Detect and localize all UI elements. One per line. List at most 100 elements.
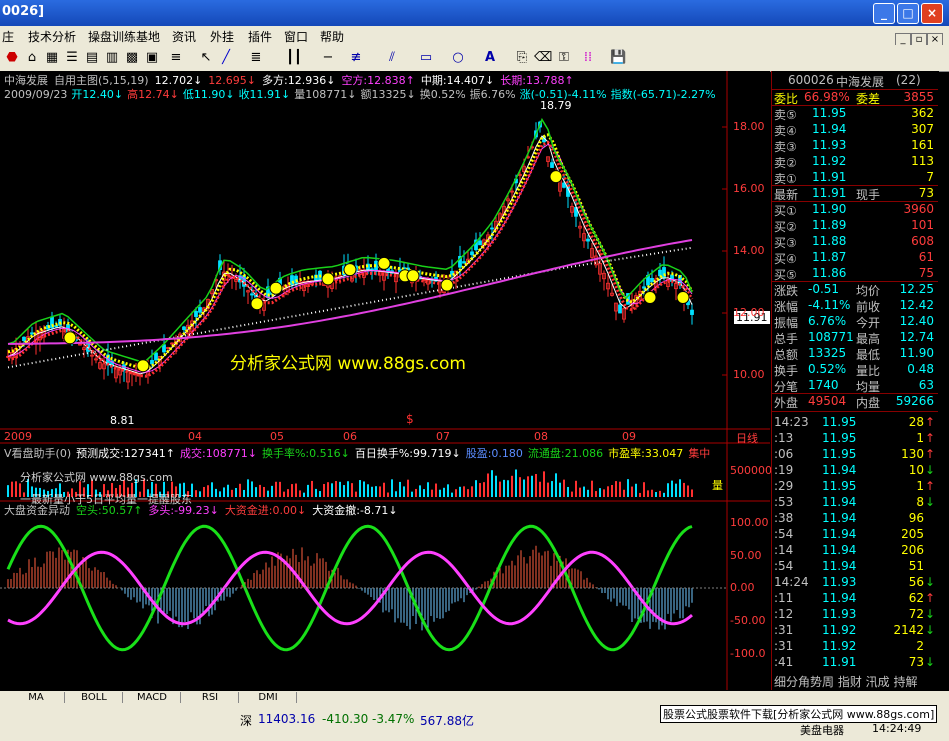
volume-bar <box>287 489 289 497</box>
stat-row: 涨跌 -0.51 均价 12.25 <box>772 282 938 298</box>
volume-watermark: 分析家公式网 www.88gs.com <box>20 471 173 484</box>
menu-item-0[interactable]: 庄 <box>2 28 14 45</box>
indicator-icon[interactable]: ≣ <box>248 50 264 66</box>
menu-item-4[interactable]: 外挂 <box>210 28 234 45</box>
volume-bar <box>563 479 565 497</box>
high-marker: 18.79 <box>540 99 572 112</box>
tick-price: 11.94 <box>822 559 857 573</box>
tick-row: :38 11.94 96 <box>772 511 938 527</box>
buy-price: 11.90 <box>812 202 847 216</box>
ribbon-yellow <box>7 132 694 371</box>
stat-label: 振幅 <box>774 316 799 330</box>
zoom-out-icon[interactable]: − <box>320 50 336 66</box>
volume-bar <box>291 484 293 497</box>
lock-icon[interactable]: ⚿ <box>556 50 572 66</box>
volume-bar <box>615 481 617 497</box>
volume-bar <box>603 489 605 497</box>
grid-icon[interactable]: ▦ <box>44 50 60 66</box>
tick-time: 14:24 <box>774 575 809 589</box>
volume-bar <box>355 491 357 497</box>
menu-item-3[interactable]: 资讯 <box>172 28 196 45</box>
bars-icon[interactable]: ┃┃ <box>286 50 302 66</box>
menu-item-2[interactable]: 操盘训练基地 <box>88 28 160 45</box>
sell-row: 卖④ 11.94 307 <box>772 122 938 138</box>
volume-bar <box>423 489 425 497</box>
sell-price: 11.92 <box>812 154 847 168</box>
report-icon[interactable]: ▥ <box>104 50 120 66</box>
line-tool-icon[interactable]: ╱ <box>218 50 234 66</box>
hdr2-item-7: 换0.52% <box>419 88 466 101</box>
volume-bar <box>211 482 213 497</box>
tab-macd[interactable]: MACD <box>124 692 181 703</box>
cursor-icon[interactable]: ↖ <box>198 50 214 66</box>
tick-time: 14:23 <box>774 415 809 429</box>
kline-chart[interactable]: $ <box>0 71 770 690</box>
rect-icon[interactable]: ▭ <box>418 50 434 66</box>
stop-icon[interactable]: ⬣ <box>4 50 20 66</box>
volume-bar <box>203 486 205 497</box>
weibi-row: 委比 66.98% 委差 3855 <box>772 90 938 106</box>
volume-bar <box>431 489 433 497</box>
hdr2-item-3: 低11.90↓ <box>182 88 235 101</box>
volume-bar <box>451 492 453 497</box>
tick-volume: 8 <box>916 495 924 509</box>
channel-icon[interactable]: ≢ <box>348 50 364 66</box>
candle-body <box>154 352 158 361</box>
watermark: 分析家公式网 www.88gs.com <box>230 354 466 374</box>
volume-bar <box>351 483 353 497</box>
volume-bar <box>219 491 221 497</box>
volume-bar <box>435 483 437 497</box>
sell-row: 卖① 11.91 7 <box>772 170 938 186</box>
close-button[interactable]: × <box>921 3 943 24</box>
stat-value: 0.52% <box>808 362 847 376</box>
sell-price: 11.95 <box>812 106 847 120</box>
menu-item-6[interactable]: 窗口 <box>284 28 308 45</box>
tick-volume: 56 <box>908 575 924 589</box>
menu-item-7[interactable]: 帮助 <box>320 28 344 45</box>
dots-icon[interactable]: ⁞⁞ <box>580 50 596 66</box>
volhdr-item-1: 预测成交:127341↑ <box>76 447 176 460</box>
eraser-icon[interactable]: ⌫ <box>534 50 552 66</box>
candle-body <box>490 227 494 230</box>
tick-volume: 2 <box>916 639 924 653</box>
home-icon[interactable]: ⌂ <box>24 50 40 66</box>
menu-item-5[interactable]: 插件 <box>248 28 272 45</box>
volume-bar <box>239 483 241 497</box>
sell-label: 卖③ <box>774 140 797 154</box>
window-icon[interactable]: ▣ <box>144 50 160 66</box>
tab-dmi[interactable]: DMI <box>240 692 297 703</box>
volume-bar <box>515 469 517 497</box>
copy-icon[interactable]: ⎘ <box>514 50 530 66</box>
maximize-button[interactable]: □ <box>897 3 919 24</box>
index-percent: -3.47% <box>372 712 415 726</box>
menu-item-1[interactable]: 技术分析 <box>28 28 76 45</box>
volume-bar <box>247 479 249 497</box>
index-label: 深 <box>240 714 253 728</box>
hdr2-item-0: 2009/09/23 <box>4 88 68 101</box>
date-label: 08 <box>534 430 548 443</box>
parallel-icon[interactable]: ⫽ <box>384 50 400 66</box>
tick-row: :14 11.94 206 <box>772 543 938 559</box>
volume-bar <box>415 488 417 497</box>
save-icon[interactable]: 💾 <box>610 50 626 66</box>
volume-bar <box>275 481 277 497</box>
ad-banner[interactable]: 股票公式股票软件下载[分析家公式网 www.88gs.com] <box>660 705 938 723</box>
stat-label2: 均价 <box>856 284 881 298</box>
table-icon[interactable]: ▤ <box>84 50 100 66</box>
tab-boll[interactable]: BOLL <box>66 692 123 703</box>
list-icon[interactable]: ☰ <box>64 50 80 66</box>
tab-rsi[interactable]: RSI <box>182 692 239 703</box>
tick-time: :13 <box>774 431 794 445</box>
volume-bar <box>635 483 637 497</box>
tick-price: 11.94 <box>822 511 857 525</box>
volume-bar <box>231 489 233 497</box>
text-icon[interactable]: A <box>482 50 498 66</box>
news-icon[interactable]: ≡ <box>168 50 184 66</box>
circle-icon[interactable]: ○ <box>450 50 466 66</box>
stat-value2: 12.25 <box>899 282 934 296</box>
sell-volume: 307 <box>911 122 934 136</box>
tab-ma[interactable]: MA <box>8 692 65 703</box>
chart-area[interactable]: $ 中海发展 自用主图(5,15,19) 12.702↓ 12.695↓ 多方:12.9… <box>0 71 772 690</box>
multi-chart-icon[interactable]: ▩ <box>124 50 140 66</box>
minimize-button[interactable]: _ <box>873 3 895 24</box>
